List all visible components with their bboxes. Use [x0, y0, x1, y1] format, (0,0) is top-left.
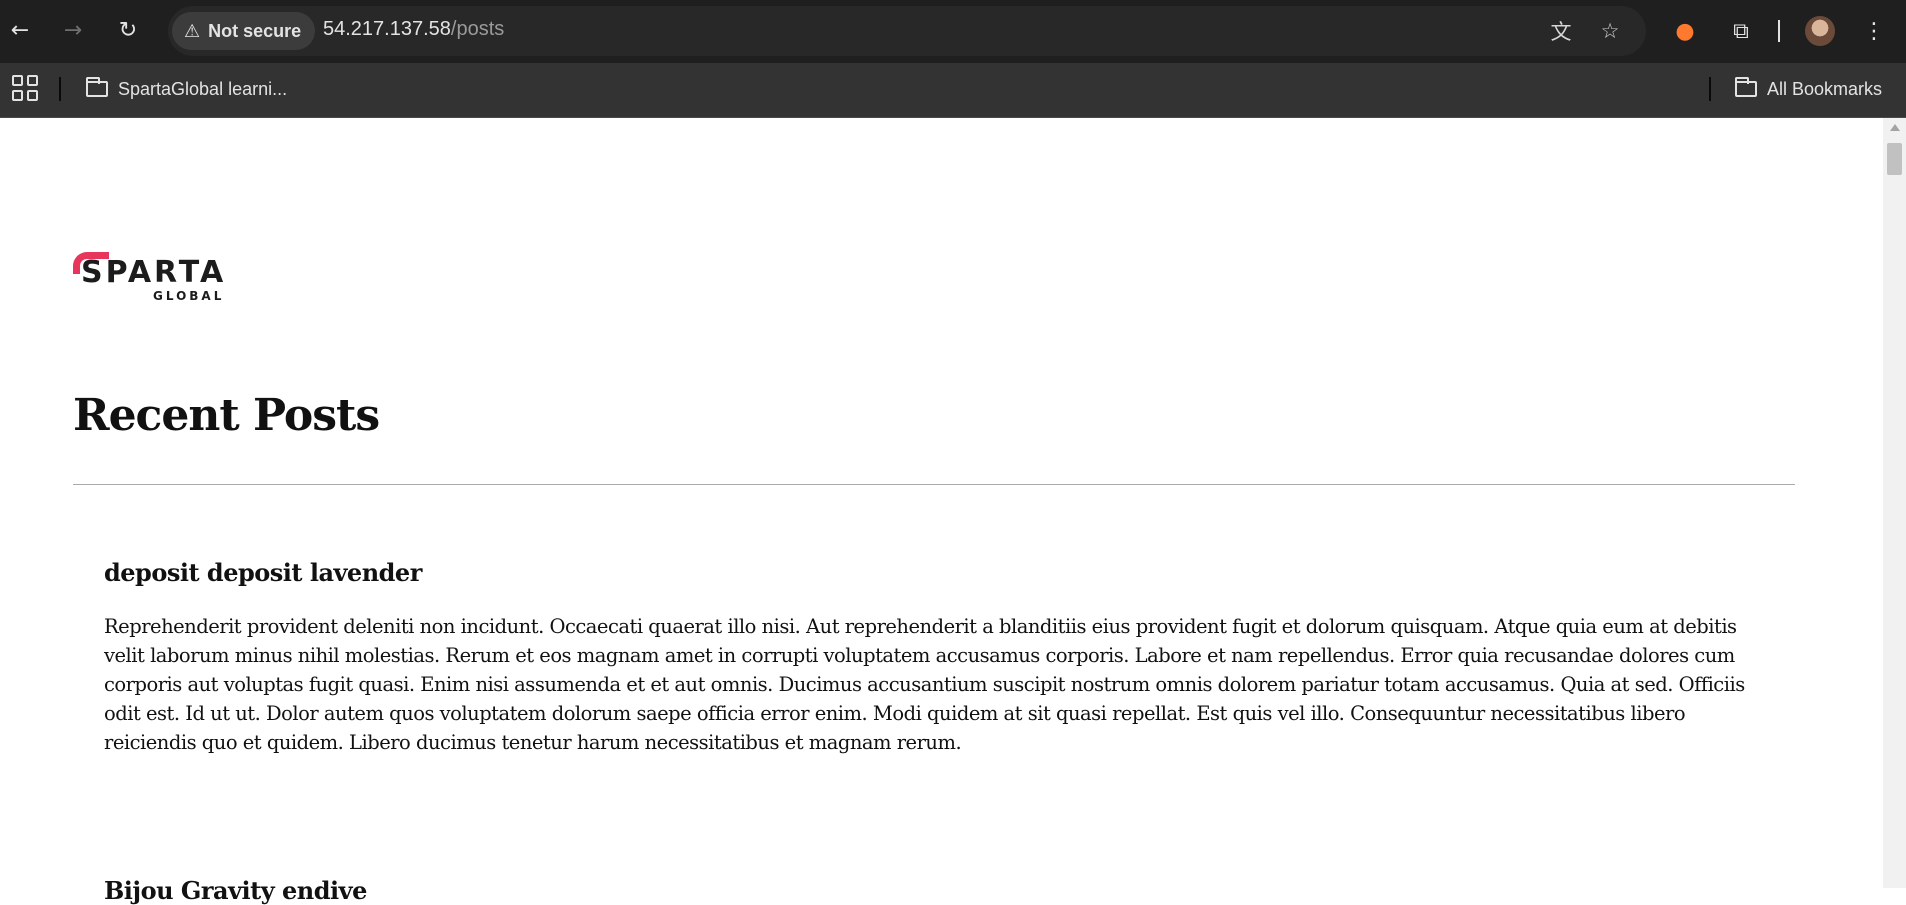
bookmarks-divider	[59, 77, 61, 101]
reload-icon[interactable]: ↻	[112, 14, 144, 46]
bookmark-label: SpartaGlobal learni...	[118, 78, 288, 99]
post-title: deposit deposit lavender	[104, 558, 422, 587]
extensions-puzzle-icon[interactable]: ⧉	[1724, 14, 1758, 48]
address-bar[interactable]: ⚠ Not secure 54.217.137.58/posts 文 ☆	[168, 6, 1646, 56]
translate-icon[interactable]: 文	[1546, 16, 1576, 46]
apps-grid-icon[interactable]	[12, 75, 38, 101]
bookmark-label: All Bookmarks	[1767, 78, 1883, 99]
warning-icon: ⚠	[184, 20, 201, 42]
extension-icon[interactable]: ●	[1668, 14, 1702, 48]
post-item: Bijou Gravity endive	[104, 876, 1764, 905]
browser-toolbar: ← → ↻ ⚠ Not secure 54.217.137.58/posts 文…	[0, 0, 1906, 63]
scroll-up-arrow-icon[interactable]	[1890, 124, 1900, 131]
scrollbar-thumb[interactable]	[1887, 143, 1902, 175]
bookmarks-divider	[1709, 77, 1711, 101]
vertical-scrollbar[interactable]	[1883, 118, 1906, 888]
toolbar-divider	[1778, 20, 1780, 42]
url-path: /posts	[450, 18, 505, 40]
page-title: Recent Posts	[73, 390, 380, 441]
page-viewport: SPARTA GLOBAL Recent Posts deposit depos…	[0, 118, 1883, 905]
bookmark-star-icon[interactable]: ☆	[1595, 16, 1625, 46]
forward-arrow-icon[interactable]: →	[57, 14, 89, 46]
bookmarks-bar: SpartaGlobal learni... All Bookmarks	[0, 63, 1906, 118]
security-label: Not secure	[208, 20, 302, 41]
more-menu-icon[interactable]: ⋮	[1857, 14, 1891, 48]
url-host: 54.217.137.58	[323, 18, 451, 40]
post-item: deposit deposit lavender Reprehenderit p…	[104, 558, 1764, 757]
post-title: Bijou Gravity endive	[104, 876, 367, 905]
logo-subtext: GLOBAL	[153, 289, 225, 303]
sparta-global-logo[interactable]: SPARTA GLOBAL	[73, 252, 233, 310]
logo-wordmark: SPARTA	[81, 255, 227, 290]
security-chip[interactable]: ⚠ Not secure	[172, 12, 316, 50]
back-arrow-icon[interactable]: ←	[4, 14, 36, 46]
folder-icon	[86, 77, 108, 97]
title-divider	[73, 484, 1795, 485]
profile-avatar[interactable]	[1805, 16, 1835, 46]
bookmark-folder-spartaglobal[interactable]: SpartaGlobal learni...	[86, 75, 287, 103]
folder-icon	[1735, 77, 1757, 97]
post-body: Reprehenderit provident deleniti non inc…	[104, 615, 1745, 754]
url-text[interactable]: 54.217.137.58/posts	[323, 18, 504, 41]
all-bookmarks-button[interactable]: All Bookmarks	[1735, 75, 1882, 103]
